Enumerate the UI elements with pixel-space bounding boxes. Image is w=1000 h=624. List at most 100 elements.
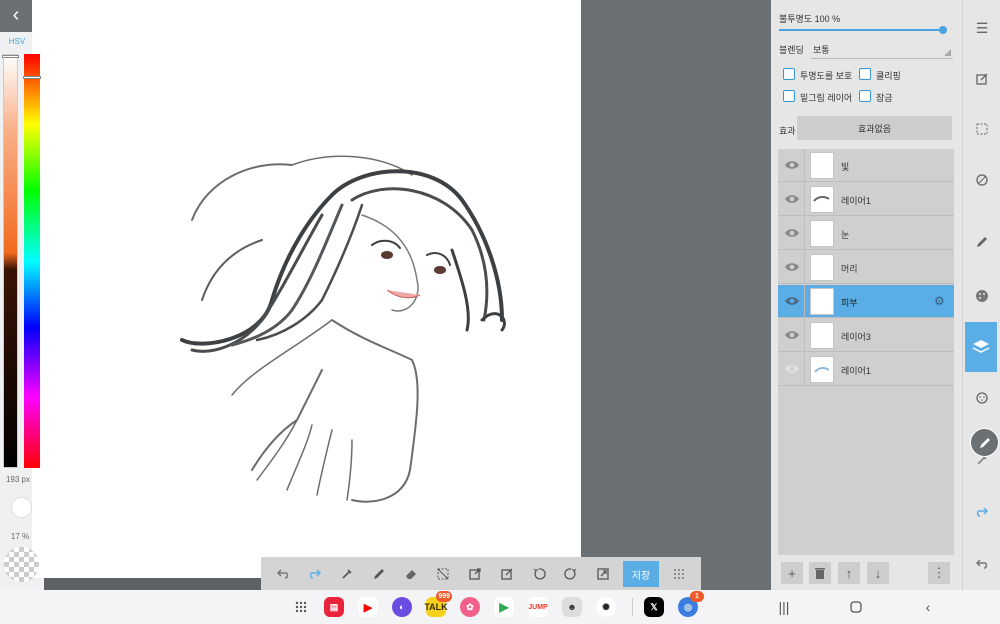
right-toolbar: ☰ bbox=[962, 0, 1000, 590]
browser-app-icon[interactable]: ◐ bbox=[392, 597, 412, 617]
protect-transparency-label: 투명도를 보호 bbox=[800, 71, 853, 81]
transform-icon[interactable] bbox=[966, 164, 998, 196]
layer-divider bbox=[804, 353, 805, 386]
export-icon[interactable] bbox=[459, 559, 491, 589]
layer-name: 피부 bbox=[841, 298, 858, 308]
lock-checkbox[interactable] bbox=[859, 90, 871, 102]
delete-layer-button[interactable] bbox=[809, 562, 831, 584]
layer-name: 레이어1 bbox=[841, 366, 871, 376]
eye-hidden-icon[interactable] bbox=[784, 362, 800, 376]
chatgpt-app-icon[interactable]: ✺ bbox=[596, 597, 616, 617]
redo-icon[interactable] bbox=[966, 496, 998, 528]
hue-slider-handle[interactable] bbox=[23, 76, 41, 79]
layer-row-selected[interactable]: 피부 ⚙ bbox=[778, 285, 954, 318]
value-slider-handle[interactable] bbox=[2, 55, 19, 58]
pen-icon[interactable] bbox=[363, 559, 395, 589]
clipping-checkbox[interactable] bbox=[859, 68, 871, 80]
rotate-right-icon[interactable] bbox=[555, 559, 587, 589]
eye-icon[interactable] bbox=[784, 260, 800, 274]
underdrawing-layer-checkbox[interactable] bbox=[783, 90, 795, 102]
value-slider[interactable] bbox=[3, 54, 18, 468]
layer-opacity-slider[interactable] bbox=[779, 29, 944, 31]
palette-icon[interactable] bbox=[966, 280, 998, 312]
layer-divider bbox=[804, 217, 805, 250]
layer-divider bbox=[804, 149, 805, 182]
layer-opacity-handle[interactable] bbox=[939, 26, 947, 34]
protect-transparency-checkbox[interactable] bbox=[783, 68, 795, 80]
brush-opacity-value: 17 % bbox=[10, 532, 30, 541]
layer-row[interactable]: 레이어3 bbox=[778, 319, 954, 352]
edit-canvas-icon[interactable] bbox=[966, 63, 998, 95]
selection-icon[interactable] bbox=[966, 113, 998, 145]
gear-icon[interactable]: ⚙ bbox=[934, 294, 945, 308]
pen-icon bbox=[979, 437, 990, 448]
layer-thumbnail bbox=[810, 322, 834, 349]
layer-opacity-label: 불투명도 100 % bbox=[779, 14, 841, 24]
dock-divider bbox=[632, 598, 633, 616]
eye-icon[interactable] bbox=[784, 158, 800, 172]
back-button[interactable]: ‹ bbox=[0, 0, 32, 32]
layer-more-button[interactable]: ⋮ bbox=[928, 562, 950, 584]
layer-row[interactable]: 눈 bbox=[778, 217, 954, 250]
bottom-toolbar: 저장 bbox=[261, 557, 701, 591]
clipping-label: 클리핑 bbox=[876, 71, 901, 81]
system-back-icon[interactable]: ‹ bbox=[920, 599, 936, 615]
layer-name: 레이어1 bbox=[841, 196, 871, 206]
sketch-artwork bbox=[180, 155, 506, 503]
gallery-app-icon[interactable]: ✿ bbox=[460, 597, 480, 617]
youtube-app-icon[interactable]: ▶ bbox=[358, 597, 378, 617]
effect-label: 효과 bbox=[779, 126, 796, 136]
layer-thumbnail bbox=[810, 186, 834, 213]
eraser-icon[interactable] bbox=[395, 559, 427, 589]
layer-row[interactable]: 머리 bbox=[778, 251, 954, 284]
floating-pen-button[interactable] bbox=[970, 428, 999, 457]
deselect-icon[interactable] bbox=[427, 559, 459, 589]
layers-tab-button[interactable] bbox=[965, 322, 997, 372]
share-icon[interactable] bbox=[587, 559, 619, 589]
move-layer-down-button[interactable]: ↓ bbox=[867, 562, 889, 584]
rotate-left-icon[interactable] bbox=[523, 559, 555, 589]
drawing-canvas[interactable] bbox=[32, 0, 581, 578]
blending-select[interactable]: 보통 bbox=[813, 43, 830, 56]
recents-icon[interactable]: ||| bbox=[776, 599, 792, 615]
menu-icon[interactable]: ☰ bbox=[966, 12, 998, 44]
redo-icon[interactable] bbox=[299, 559, 331, 589]
underdrawing-layer-label: 밑그림 레이어 bbox=[800, 93, 853, 103]
layer-row[interactable]: 레이어1 bbox=[778, 353, 954, 386]
layer-thumbnail bbox=[810, 288, 834, 315]
eye-icon[interactable] bbox=[784, 192, 800, 206]
color-mode-label[interactable]: HSV bbox=[6, 37, 28, 46]
layer-divider bbox=[804, 319, 805, 352]
manga-app-icon[interactable]: ☻ bbox=[562, 597, 582, 617]
edit-icon[interactable] bbox=[491, 559, 523, 589]
home-icon[interactable] bbox=[848, 599, 864, 615]
notes-app-icon[interactable]: ▤ bbox=[324, 597, 344, 617]
material-icon[interactable] bbox=[966, 382, 998, 414]
eye-icon[interactable] bbox=[784, 294, 800, 308]
app-drawer-icon[interactable] bbox=[294, 600, 308, 619]
undo-icon[interactable] bbox=[966, 548, 998, 580]
hue-slider[interactable] bbox=[24, 54, 40, 468]
jump-app-icon[interactable]: JUMP bbox=[528, 597, 548, 617]
save-button[interactable]: 저장 bbox=[623, 561, 659, 587]
layer-row[interactable]: 빛 bbox=[778, 149, 954, 182]
recent-browser-icon[interactable]: ◎ 1 bbox=[678, 591, 704, 617]
layer-row[interactable]: 레이어1 bbox=[778, 183, 954, 216]
move-layer-up-button[interactable]: ↑ bbox=[838, 562, 860, 584]
brush-opacity-button[interactable] bbox=[4, 547, 39, 582]
layer-thumbnail bbox=[810, 152, 834, 179]
undo-icon[interactable] bbox=[267, 559, 299, 589]
grip-icon[interactable] bbox=[663, 559, 695, 589]
brush-size-button[interactable] bbox=[11, 497, 32, 518]
dropdown-caret-icon[interactable] bbox=[944, 49, 951, 56]
brush-icon[interactable] bbox=[966, 226, 998, 258]
x-app-icon[interactable]: 𝕏 bbox=[644, 597, 664, 617]
play-store-icon[interactable]: ▶ bbox=[494, 597, 514, 617]
blending-label: 블렌딩 bbox=[779, 45, 804, 55]
eye-icon[interactable] bbox=[784, 226, 800, 240]
eye-icon[interactable] bbox=[784, 328, 800, 342]
kakaotalk-app-icon[interactable]: TALK 999 bbox=[424, 591, 452, 617]
effect-button[interactable]: 효과없음 bbox=[797, 116, 952, 140]
add-layer-button[interactable]: + bbox=[781, 562, 803, 584]
eyedropper-icon[interactable] bbox=[331, 559, 363, 589]
